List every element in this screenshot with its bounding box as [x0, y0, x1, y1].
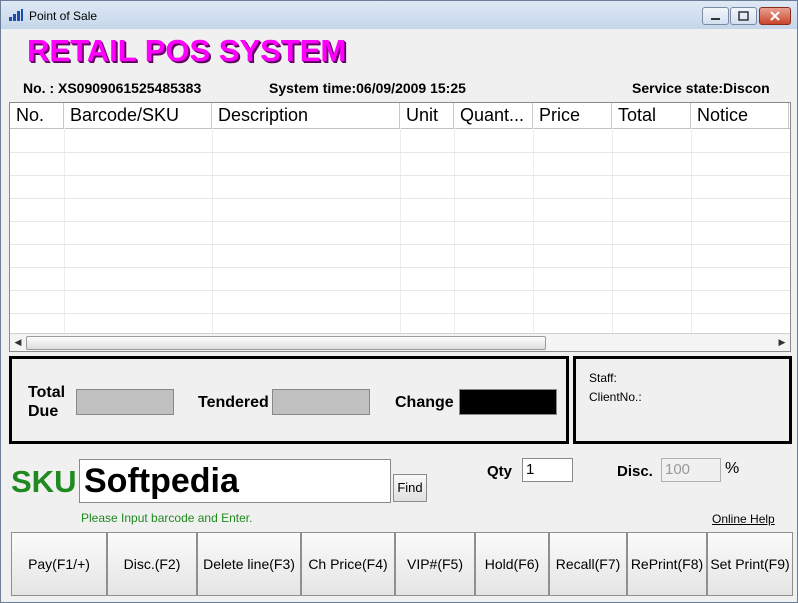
total-due-label-line1: Total	[28, 384, 66, 401]
chart-icon	[9, 9, 23, 21]
close-icon	[770, 11, 780, 21]
table-row[interactable]	[10, 129, 790, 153]
client-number-label: ClientNo.:	[589, 390, 642, 404]
app-title: RETAIL POS SYSTEM	[27, 33, 347, 68]
maximize-icon	[738, 11, 749, 21]
table-row[interactable]	[10, 152, 790, 176]
hold-button[interactable]: Hold(F6)	[475, 532, 549, 596]
delete-line-button[interactable]: Delete line(F3)	[197, 532, 301, 596]
col-barcode[interactable]: Barcode/SKU	[64, 103, 212, 128]
discount-input: 100	[661, 458, 721, 482]
minimize-icon	[711, 18, 720, 20]
client-area: RETAIL POS SYSTEM No. : XS09090615254853…	[7, 29, 793, 598]
barcode-hint: Please Input barcode and Enter.	[81, 511, 253, 525]
staff-panel: Staff: ClientNo.:	[573, 356, 792, 444]
table-row[interactable]	[10, 290, 790, 314]
change-price-button[interactable]: Ch Price(F4)	[301, 532, 395, 596]
app-window: Point of Sale RETAIL POS SYSTEM No. : XS…	[0, 0, 798, 603]
sku-input[interactable]: Softpedia	[79, 459, 391, 503]
find-button[interactable]: Find	[393, 474, 427, 502]
col-unit[interactable]: Unit	[400, 103, 454, 128]
system-time: System time:06/09/2009 15:25	[269, 80, 466, 96]
tendered-label: Tendered	[198, 394, 269, 411]
percent-sign: %	[725, 460, 740, 477]
table-row[interactable]	[10, 175, 790, 199]
col-price[interactable]: Price	[533, 103, 612, 128]
pay-button[interactable]: Pay(F1/+)	[11, 532, 107, 596]
col-total[interactable]: Total	[612, 103, 691, 128]
total-due-field	[76, 389, 174, 415]
table-row[interactable]	[10, 198, 790, 222]
close-button[interactable]	[759, 7, 791, 25]
items-grid[interactable]: No. Barcode/SKU Description Unit Quant..…	[9, 102, 791, 352]
change-label: Change	[395, 394, 454, 411]
maximize-button[interactable]	[730, 7, 757, 25]
window-title: Point of Sale	[29, 9, 98, 23]
col-notice[interactable]: Notice	[691, 103, 789, 128]
minimize-button[interactable]	[702, 7, 729, 25]
change-field	[459, 389, 557, 415]
title-bar[interactable]: Point of Sale	[1, 1, 797, 29]
scroll-left-icon[interactable]: ◀	[10, 334, 26, 351]
col-quantity[interactable]: Quant...	[454, 103, 533, 128]
horizontal-scrollbar[interactable]: ◀ ▶	[10, 333, 790, 351]
scroll-right-icon[interactable]: ▶	[774, 334, 790, 351]
qty-input[interactable]: 1	[522, 458, 573, 482]
col-no[interactable]: No.	[10, 103, 64, 128]
receipt-number: No. : XS0909061525485383	[23, 80, 202, 96]
grid-header: No. Barcode/SKU Description Unit Quant..…	[10, 103, 790, 129]
reprint-button[interactable]: RePrint(F8)	[627, 532, 707, 596]
table-row[interactable]	[10, 267, 790, 291]
qty-label: Qty	[487, 463, 513, 480]
discount-label: Disc.	[617, 463, 653, 480]
service-state: Service state:Discon	[632, 80, 770, 96]
total-due-label-line2: Due	[28, 403, 59, 420]
vip-button[interactable]: VIP#(F5)	[395, 532, 475, 596]
col-description[interactable]: Description	[212, 103, 400, 128]
scroll-thumb[interactable]	[26, 336, 546, 350]
table-row[interactable]	[10, 244, 790, 268]
recall-button[interactable]: Recall(F7)	[549, 532, 627, 596]
tendered-field	[272, 389, 370, 415]
table-row[interactable]	[10, 221, 790, 245]
set-print-button[interactable]: Set Print(F9)	[707, 532, 793, 596]
online-help-link[interactable]: Online Help	[712, 512, 775, 526]
staff-label: Staff:	[589, 371, 617, 385]
totals-panel: Total Due Tendered Change	[9, 356, 569, 444]
sku-label: SKU	[11, 464, 77, 499]
discount-button[interactable]: Disc.(F2)	[107, 532, 197, 596]
